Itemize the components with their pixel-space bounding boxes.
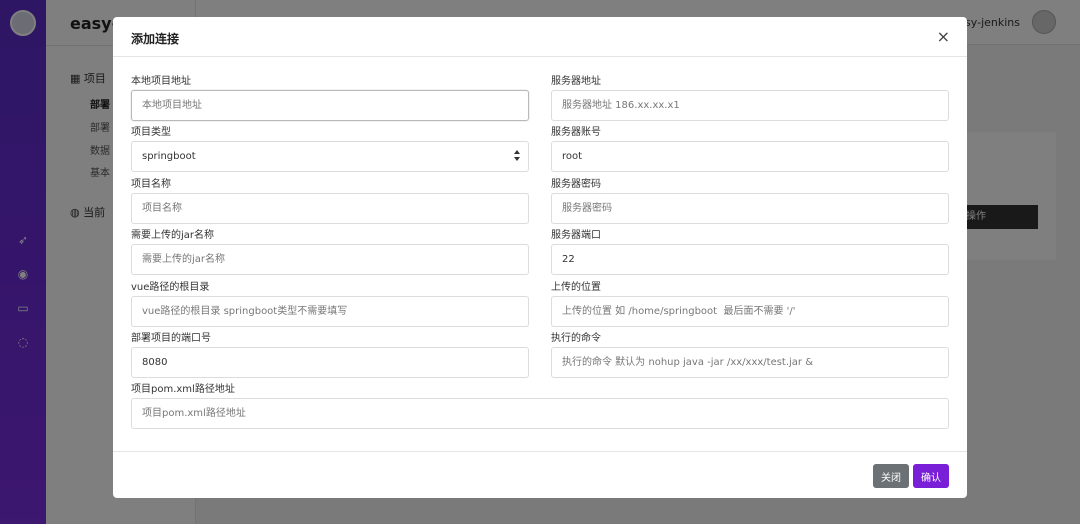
- deploy-port-label: 部署项目的端口号: [131, 333, 211, 344]
- server-account-label: 服务器账号: [551, 127, 601, 138]
- vue-root-label: vue路径的根目录: [131, 282, 210, 293]
- project-name-label: 项目名称: [131, 179, 171, 190]
- close-icon[interactable]: ×: [937, 27, 950, 47]
- vue-root-input[interactable]: [131, 296, 529, 327]
- server-address-label: 服务器地址: [551, 76, 601, 87]
- modal-title: 添加连接: [131, 32, 180, 46]
- server-password-label: 服务器密码: [551, 179, 601, 190]
- modal-footer-divider: [113, 451, 967, 452]
- project-type-value: springboot: [142, 151, 196, 162]
- jar-name-input[interactable]: [131, 244, 529, 275]
- local-path-input[interactable]: [131, 90, 529, 121]
- server-password-input[interactable]: [551, 193, 949, 224]
- pom-path-input[interactable]: [131, 398, 949, 429]
- close-button[interactable]: 关闭: [873, 464, 909, 488]
- server-address-input[interactable]: [551, 90, 949, 121]
- project-name-input[interactable]: [131, 193, 529, 224]
- project-type-label: 项目类型: [131, 127, 171, 138]
- command-label: 执行的命令: [551, 333, 601, 344]
- confirm-button[interactable]: 确认: [913, 464, 949, 488]
- modal-header: 添加连接 ×: [113, 17, 967, 57]
- local-path-label: 本地项目地址: [131, 76, 191, 87]
- pom-path-label: 项目pom.xml路径地址: [131, 384, 235, 395]
- add-connection-modal: 添加连接 × 本地项目地址 服务器地址 项目类型 springboot 服务器账…: [113, 17, 967, 498]
- select-arrows-icon: [512, 150, 522, 164]
- server-port-input[interactable]: [551, 244, 949, 275]
- upload-location-label: 上传的位置: [551, 282, 601, 293]
- deploy-port-input[interactable]: [131, 347, 529, 378]
- project-type-select[interactable]: springboot: [131, 141, 529, 172]
- jar-name-label: 需要上传的jar名称: [131, 230, 215, 241]
- upload-location-input[interactable]: [551, 296, 949, 327]
- command-input[interactable]: [551, 347, 949, 378]
- server-port-label: 服务器端口: [551, 230, 601, 241]
- server-account-input[interactable]: [551, 141, 949, 172]
